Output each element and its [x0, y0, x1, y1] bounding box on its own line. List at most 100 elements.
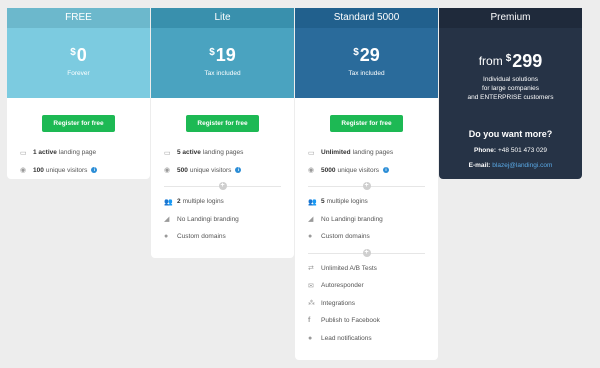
price-value: 29 — [359, 45, 380, 65]
eye-icon: ◉ — [308, 167, 315, 175]
feature-item: ▭ 5 active landing pages — [164, 144, 294, 162]
price-from: from — [478, 54, 503, 68]
plan-card-standard: Standard 5000 $29 Tax included Register … — [295, 8, 438, 360]
feature-text: multiple logins — [182, 198, 224, 206]
email-link[interactable]: blazej@landingi.com — [492, 162, 552, 169]
plan-price: $19 — [151, 42, 294, 66]
currency-symbol: $ — [209, 47, 215, 58]
currency-symbol: $ — [505, 53, 512, 64]
shuffle-icon: ⇄ — [308, 265, 314, 273]
plan-subtitle: Tax included — [204, 70, 241, 77]
signal-icon: ◢ — [308, 216, 314, 224]
feature-item: ◢ No Landingi branding — [164, 211, 294, 229]
feature-item: ● Custom domains — [164, 228, 294, 246]
feature-text: No Landingi branding — [177, 215, 239, 223]
price-value: 299 — [512, 51, 543, 71]
users-icon: 👥 — [308, 198, 317, 206]
feature-item: 👥 2 multiple logins — [164, 193, 294, 211]
feature-text: landing pages — [202, 149, 244, 157]
plan-title: Premium — [439, 8, 582, 28]
plan-hero: $19 Tax included — [151, 28, 294, 98]
feature-text: unique visitors — [189, 166, 232, 174]
feature-text: unique visitors — [45, 166, 88, 174]
plan-hero: $0 Forever — [7, 28, 150, 98]
feature-text: unique visitors — [337, 166, 380, 174]
plan-title: Standard 5000 — [295, 8, 438, 28]
eye-icon: ◉ — [164, 167, 171, 175]
feature-text: Integrations — [321, 299, 355, 307]
plan-title: FREE — [7, 8, 150, 28]
plan-title: Lite — [151, 8, 294, 28]
phone-line: Phone: +48 501 473 029 — [439, 147, 582, 154]
info-icon[interactable]: i — [235, 167, 242, 174]
envelope-icon: ✉ — [308, 282, 314, 290]
feature-text: landing pages — [352, 149, 394, 157]
feature-bold: Unlimited — [321, 149, 351, 157]
feature-item: ▭ 1 active landing page — [20, 144, 150, 162]
feature-item: f Publish to Facebook — [308, 312, 438, 330]
email-line: E-mail: blazej@landingi.com — [439, 162, 582, 169]
plan-subtitle: Forever — [67, 70, 90, 77]
feature-item: ◉ 5000 unique visitors i — [308, 162, 438, 180]
plus-icon: + — [362, 248, 371, 257]
register-button[interactable]: Register for free — [330, 115, 403, 132]
currency-symbol: $ — [353, 47, 359, 58]
currency-symbol: $ — [70, 47, 76, 58]
feature-text: Custom domains — [321, 233, 370, 241]
info-circle-icon: ● — [308, 334, 313, 342]
feature-item: ◉ 100 unique visitors i — [20, 162, 150, 180]
premium-description: Individual solutions for large companies… — [439, 75, 582, 102]
section-divider: + — [295, 246, 438, 260]
feature-item: 👥 5 multiple logins — [308, 193, 438, 211]
plan-price: from $299 — [439, 48, 582, 72]
feature-text: multiple logins — [326, 198, 368, 206]
feature-item: ⇄ Unlimited A/B Tests — [308, 260, 438, 278]
plus-icon: + — [362, 182, 371, 190]
feature-bold: 1 active — [33, 149, 57, 157]
plan-price: $0 — [7, 42, 150, 66]
plan-subtitle: Tax included — [348, 70, 385, 77]
feature-bold: 500 — [177, 166, 188, 174]
feature-bold: 2 — [177, 198, 181, 206]
plus-icon: + — [218, 182, 227, 190]
feature-text: Autoresponder — [321, 282, 364, 290]
plan-card-free: FREE $0 Forever Register for free ▭ 1 act… — [7, 8, 150, 179]
feature-text: Unlimited A/B Tests — [321, 264, 377, 272]
integrations-icon: ⁂ — [308, 300, 315, 308]
monitor-icon: ▭ — [308, 149, 315, 157]
feature-item: ✉ Autoresponder — [308, 277, 438, 295]
register-button[interactable]: Register for free — [186, 115, 259, 132]
monitor-icon: ▭ — [20, 149, 27, 157]
price-value: 19 — [215, 45, 236, 65]
signal-icon: ◢ — [164, 216, 170, 224]
plan-card-premium: Premium from $299 Individual solutions fo… — [439, 8, 582, 179]
feature-bold: 5000 — [321, 166, 336, 174]
feature-text: No Landingi branding — [321, 215, 383, 223]
feature-item: ◢ No Landingi branding — [308, 211, 438, 229]
feature-bold: 5 — [321, 198, 325, 206]
feature-text: Custom domains — [177, 233, 226, 241]
eye-icon: ◉ — [20, 167, 27, 175]
phone-label: Phone: — [473, 147, 497, 154]
register-button[interactable]: Register for free — [42, 115, 115, 132]
monitor-icon: ▭ — [164, 149, 171, 157]
plan-card-lite: Lite $19 Tax included Register for free … — [151, 8, 294, 258]
feature-item: ▭ Unlimited landing pages — [308, 144, 438, 162]
globe-icon: ● — [308, 233, 313, 241]
info-icon[interactable]: i — [91, 167, 98, 174]
feature-item: ⁂ Integrations — [308, 295, 438, 313]
price-value: 0 — [76, 45, 87, 65]
feature-bold: 5 active — [177, 149, 201, 157]
info-icon[interactable]: i — [383, 167, 390, 174]
feature-item: ◉ 500 unique visitors i — [164, 162, 294, 180]
users-icon: 👥 — [164, 198, 173, 206]
section-divider: + — [295, 179, 438, 193]
description-line: and ENTERPRISE customers — [467, 94, 554, 101]
phone-number: +48 501 473 029 — [498, 147, 547, 154]
feature-item: ● Custom domains — [308, 228, 438, 246]
feature-item: ● Lead notifications — [308, 330, 438, 348]
feature-text: landing page — [58, 149, 97, 157]
feature-text: Publish to Facebook — [321, 317, 380, 325]
plan-hero: $29 Tax included — [295, 28, 438, 98]
facebook-icon: f — [308, 317, 311, 325]
